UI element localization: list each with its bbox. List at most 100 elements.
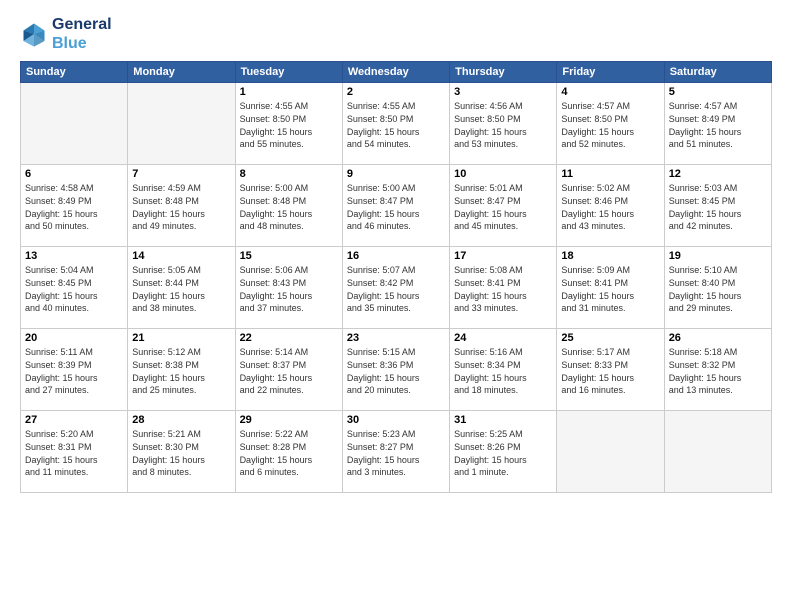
day-number: 24 xyxy=(454,332,552,344)
calendar-cell: 22 Sunrise: 5:14 AMSunset: 8:37 PMDayligh… xyxy=(235,329,342,411)
cell-info: Sunrise: 5:02 AMSunset: 8:46 PMDaylight:… xyxy=(561,182,659,232)
calendar-cell: 16 Sunrise: 5:07 AMSunset: 8:42 PMDayligh… xyxy=(342,247,449,329)
cell-info: Sunrise: 4:59 AMSunset: 8:48 PMDaylight:… xyxy=(132,182,230,232)
calendar-cell: 25 Sunrise: 5:17 AMSunset: 8:33 PMDayligh… xyxy=(557,329,664,411)
calendar-cell xyxy=(21,83,128,165)
cell-info: Sunrise: 4:55 AMSunset: 8:50 PMDaylight:… xyxy=(240,100,338,150)
calendar-table: SundayMondayTuesdayWednesdayThursdayFrid… xyxy=(20,61,772,493)
day-number: 11 xyxy=(561,168,659,180)
calendar-cell: 7 Sunrise: 4:59 AMSunset: 8:48 PMDaylight… xyxy=(128,165,235,247)
cell-info: Sunrise: 5:12 AMSunset: 8:38 PMDaylight:… xyxy=(132,346,230,396)
day-number: 21 xyxy=(132,332,230,344)
calendar-week-row: 13 Sunrise: 5:04 AMSunset: 8:45 PMDayligh… xyxy=(21,247,772,329)
cell-info: Sunrise: 5:18 AMSunset: 8:32 PMDaylight:… xyxy=(669,346,767,396)
logo-text: General Blue xyxy=(52,15,112,53)
weekday-header-row: SundayMondayTuesdayWednesdayThursdayFrid… xyxy=(21,62,772,83)
calendar-cell: 31Sunrise: 5:25 AMSunset: 8:26 PMDayligh… xyxy=(450,411,557,493)
calendar-cell: 5 Sunrise: 4:57 AMSunset: 8:49 PMDaylight… xyxy=(664,83,771,165)
day-number: 6 xyxy=(25,168,123,180)
day-number: 9 xyxy=(347,168,445,180)
cell-info: Sunrise: 5:08 AMSunset: 8:41 PMDaylight:… xyxy=(454,264,552,314)
day-number: 31 xyxy=(454,414,552,426)
calendar-cell: 29 Sunrise: 5:22 AMSunset: 8:28 PMDayligh… xyxy=(235,411,342,493)
cell-info: Sunrise: 5:11 AMSunset: 8:39 PMDaylight:… xyxy=(25,346,123,396)
calendar-cell: 21 Sunrise: 5:12 AMSunset: 8:38 PMDayligh… xyxy=(128,329,235,411)
cell-info: Sunrise: 4:57 AMSunset: 8:49 PMDaylight:… xyxy=(669,100,767,150)
weekday-header: Saturday xyxy=(664,62,771,83)
calendar-cell: 4 Sunrise: 4:57 AMSunset: 8:50 PMDaylight… xyxy=(557,83,664,165)
day-number: 25 xyxy=(561,332,659,344)
weekday-header: Friday xyxy=(557,62,664,83)
cell-info: Sunrise: 4:55 AMSunset: 8:50 PMDaylight:… xyxy=(347,100,445,150)
header: General Blue xyxy=(20,15,772,53)
cell-info: Sunrise: 5:05 AMSunset: 8:44 PMDaylight:… xyxy=(132,264,230,314)
calendar-cell: 10 Sunrise: 5:01 AMSunset: 8:47 PMDayligh… xyxy=(450,165,557,247)
cell-info: Sunrise: 4:56 AMSunset: 8:50 PMDaylight:… xyxy=(454,100,552,150)
day-number: 20 xyxy=(25,332,123,344)
cell-info: Sunrise: 4:57 AMSunset: 8:50 PMDaylight:… xyxy=(561,100,659,150)
calendar-cell: 13 Sunrise: 5:04 AMSunset: 8:45 PMDayligh… xyxy=(21,247,128,329)
calendar-cell: 12 Sunrise: 5:03 AMSunset: 8:45 PMDayligh… xyxy=(664,165,771,247)
weekday-header: Tuesday xyxy=(235,62,342,83)
calendar-cell xyxy=(664,411,771,493)
day-number: 19 xyxy=(669,250,767,262)
cell-info: Sunrise: 4:58 AMSunset: 8:49 PMDaylight:… xyxy=(25,182,123,232)
calendar-cell: 19Sunrise: 5:10 AMSunset: 8:40 PMDayligh… xyxy=(664,247,771,329)
day-number: 7 xyxy=(132,168,230,180)
weekday-header: Thursday xyxy=(450,62,557,83)
calendar-cell: 8 Sunrise: 5:00 AMSunset: 8:48 PMDaylight… xyxy=(235,165,342,247)
calendar-cell: 6 Sunrise: 4:58 AMSunset: 8:49 PMDaylight… xyxy=(21,165,128,247)
day-number: 27 xyxy=(25,414,123,426)
day-number: 16 xyxy=(347,250,445,262)
calendar-week-row: 20 Sunrise: 5:11 AMSunset: 8:39 PMDayligh… xyxy=(21,329,772,411)
logo-icon xyxy=(20,20,48,48)
calendar-cell: 24Sunrise: 5:16 AMSunset: 8:34 PMDayligh… xyxy=(450,329,557,411)
cell-info: Sunrise: 5:09 AMSunset: 8:41 PMDaylight:… xyxy=(561,264,659,314)
cell-info: Sunrise: 5:21 AMSunset: 8:30 PMDaylight:… xyxy=(132,428,230,478)
cell-info: Sunrise: 5:23 AMSunset: 8:27 PMDaylight:… xyxy=(347,428,445,478)
day-number: 22 xyxy=(240,332,338,344)
calendar-cell xyxy=(557,411,664,493)
calendar-cell: 17Sunrise: 5:08 AMSunset: 8:41 PMDayligh… xyxy=(450,247,557,329)
day-number: 3 xyxy=(454,86,552,98)
calendar-cell: 2 Sunrise: 4:55 AMSunset: 8:50 PMDaylight… xyxy=(342,83,449,165)
day-number: 4 xyxy=(561,86,659,98)
calendar-cell: 9 Sunrise: 5:00 AMSunset: 8:47 PMDaylight… xyxy=(342,165,449,247)
cell-info: Sunrise: 5:00 AMSunset: 8:47 PMDaylight:… xyxy=(347,182,445,232)
day-number: 28 xyxy=(132,414,230,426)
day-number: 2 xyxy=(347,86,445,98)
calendar-cell: 20 Sunrise: 5:11 AMSunset: 8:39 PMDayligh… xyxy=(21,329,128,411)
logo: General Blue xyxy=(20,15,112,53)
day-number: 12 xyxy=(669,168,767,180)
day-number: 14 xyxy=(132,250,230,262)
cell-info: Sunrise: 5:04 AMSunset: 8:45 PMDaylight:… xyxy=(25,264,123,314)
day-number: 26 xyxy=(669,332,767,344)
cell-info: Sunrise: 5:07 AMSunset: 8:42 PMDaylight:… xyxy=(347,264,445,314)
calendar-cell: 28 Sunrise: 5:21 AMSunset: 8:30 PMDayligh… xyxy=(128,411,235,493)
weekday-header: Monday xyxy=(128,62,235,83)
cell-info: Sunrise: 5:00 AMSunset: 8:48 PMDaylight:… xyxy=(240,182,338,232)
day-number: 8 xyxy=(240,168,338,180)
cell-info: Sunrise: 5:17 AMSunset: 8:33 PMDaylight:… xyxy=(561,346,659,396)
calendar-week-row: 27 Sunrise: 5:20 AMSunset: 8:31 PMDayligh… xyxy=(21,411,772,493)
cell-info: Sunrise: 5:22 AMSunset: 8:28 PMDaylight:… xyxy=(240,428,338,478)
day-number: 10 xyxy=(454,168,552,180)
calendar-cell: 15Sunrise: 5:06 AMSunset: 8:43 PMDayligh… xyxy=(235,247,342,329)
cell-info: Sunrise: 5:01 AMSunset: 8:47 PMDaylight:… xyxy=(454,182,552,232)
cell-info: Sunrise: 5:20 AMSunset: 8:31 PMDaylight:… xyxy=(25,428,123,478)
day-number: 18 xyxy=(561,250,659,262)
day-number: 29 xyxy=(240,414,338,426)
day-number: 5 xyxy=(669,86,767,98)
calendar-cell: 1Sunrise: 4:55 AMSunset: 8:50 PMDaylight… xyxy=(235,83,342,165)
weekday-header: Sunday xyxy=(21,62,128,83)
cell-info: Sunrise: 5:14 AMSunset: 8:37 PMDaylight:… xyxy=(240,346,338,396)
cell-info: Sunrise: 5:03 AMSunset: 8:45 PMDaylight:… xyxy=(669,182,767,232)
day-number: 13 xyxy=(25,250,123,262)
cell-info: Sunrise: 5:15 AMSunset: 8:36 PMDaylight:… xyxy=(347,346,445,396)
calendar-cell: 14 Sunrise: 5:05 AMSunset: 8:44 PMDayligh… xyxy=(128,247,235,329)
calendar-page: General Blue SundayMondayTuesdayWednesda… xyxy=(0,0,792,612)
calendar-cell: 26 Sunrise: 5:18 AMSunset: 8:32 PMDayligh… xyxy=(664,329,771,411)
calendar-cell: 30Sunrise: 5:23 AMSunset: 8:27 PMDayligh… xyxy=(342,411,449,493)
calendar-week-row: 6 Sunrise: 4:58 AMSunset: 8:49 PMDaylight… xyxy=(21,165,772,247)
calendar-cell: 23Sunrise: 5:15 AMSunset: 8:36 PMDayligh… xyxy=(342,329,449,411)
